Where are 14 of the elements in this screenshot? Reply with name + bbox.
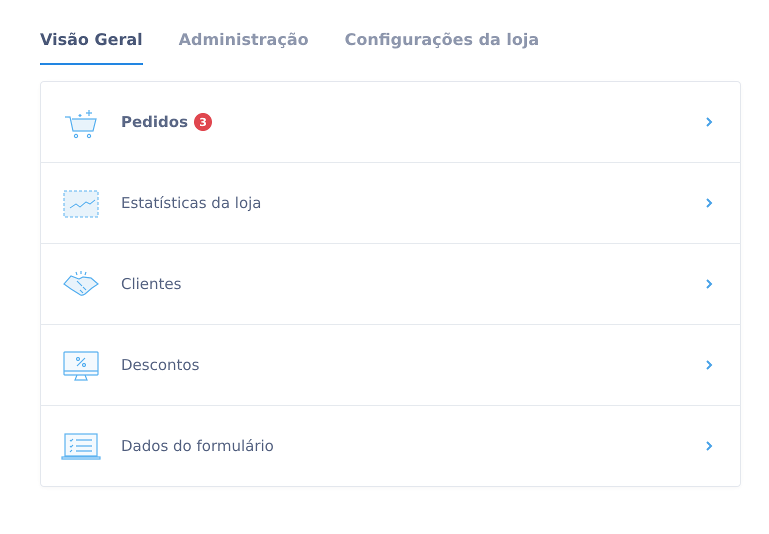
menu-item-label[interactable]: Dados do formulário bbox=[121, 437, 274, 455]
tab[interactable]: Configurações da loja bbox=[344, 30, 540, 65]
chevron-right-icon[interactable] bbox=[704, 115, 714, 129]
tab[interactable]: Visão Geral bbox=[40, 30, 143, 65]
chevron-right-icon[interactable] bbox=[704, 358, 714, 372]
menu-item-label[interactable]: Clientes bbox=[121, 275, 182, 293]
chevron-right-icon[interactable] bbox=[704, 439, 714, 453]
chevron-right-icon[interactable] bbox=[704, 277, 714, 291]
count-badge: 3 bbox=[194, 113, 212, 131]
menu-item-label[interactable]: Estatísticas da loja bbox=[121, 194, 262, 212]
menu-item-label[interactable]: Descontos bbox=[121, 356, 200, 374]
tab[interactable]: Administração bbox=[178, 30, 309, 65]
chevron-right-icon[interactable] bbox=[704, 196, 714, 210]
menu-item-label[interactable]: Pedidos bbox=[121, 113, 188, 131]
